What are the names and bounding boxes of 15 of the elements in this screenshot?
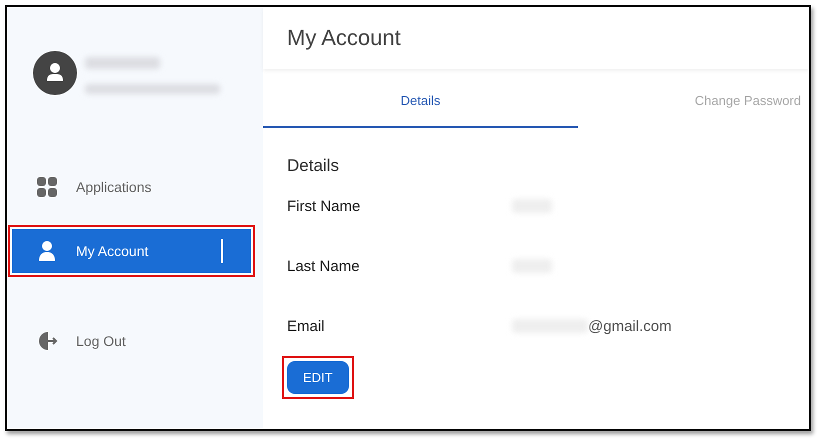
field-value: @gmail.com bbox=[588, 318, 672, 334]
field-label: Email bbox=[287, 318, 326, 334]
field-label: First Name bbox=[287, 198, 362, 214]
active-indicator bbox=[221, 239, 223, 263]
apps-icon bbox=[36, 176, 58, 198]
field-label: Last Name bbox=[287, 258, 361, 274]
logout-icon bbox=[36, 330, 58, 352]
nav-item[interactable]: Applications bbox=[12, 165, 251, 209]
user-icon bbox=[36, 240, 58, 262]
tab[interactable]: Details bbox=[263, 73, 578, 128]
section-title: Details bbox=[287, 156, 340, 176]
edit-button[interactable]: EDIT bbox=[287, 361, 349, 394]
nav-item[interactable]: My Account bbox=[12, 229, 251, 273]
page-title: My Account bbox=[287, 25, 401, 51]
nav-item[interactable]: Log Out bbox=[12, 319, 251, 363]
